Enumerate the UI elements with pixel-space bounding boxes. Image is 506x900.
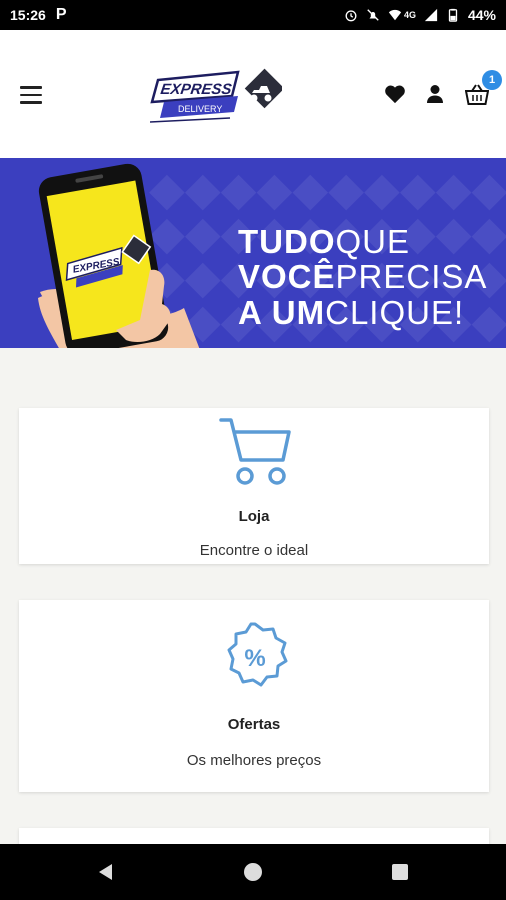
account-user-icon[interactable]: [426, 84, 444, 104]
card-subtitle: Encontre o ideal: [199, 542, 309, 559]
mute-icon: [367, 9, 379, 21]
system-nav-bar: [0, 844, 506, 900]
card-title: Ofertas: [227, 716, 281, 733]
cart-icon: [219, 418, 291, 485]
logo-text-top: EXPRESS: [160, 81, 233, 98]
banner-line-3: A UMCLIQUE!: [238, 294, 465, 331]
network-type: 4G: [403, 10, 416, 20]
card-subtitle: Os melhores preços: [186, 752, 322, 769]
banner-line-1: TUDOQUE: [238, 223, 411, 260]
recent-apps-icon[interactable]: [390, 862, 410, 882]
favorites-heart-icon[interactable]: [384, 84, 406, 104]
home-icon[interactable]: [243, 862, 263, 882]
battery-icon: [448, 8, 458, 22]
signal-icon: [424, 8, 438, 22]
cart-count-badge: 1: [482, 70, 502, 90]
offers-card[interactable]: % Ofertas Os melhores preços: [19, 600, 489, 792]
status-bar: 15:26 P 4G 44%: [0, 0, 506, 30]
discount-icon: %: [227, 622, 288, 687]
wifi-icon: [388, 9, 402, 21]
promo-banner[interactable]: ◆◆◆◆◆◆◆◆◆◆ ◆◆◆◆◆◆◆◆◆◆ ◆◆◆◆◆◆◆◆◆◆ ◆◆◆◆◆◆◆◆◆◆…: [0, 158, 506, 348]
app-header: EXPRESS DELIVERY 1: [0, 30, 506, 158]
back-icon[interactable]: [96, 862, 116, 882]
card-title: Loja: [238, 508, 270, 525]
menu-icon[interactable]: [20, 86, 42, 104]
store-card[interactable]: Loja Encontre o ideal: [19, 408, 489, 564]
alarm-icon: [345, 10, 357, 22]
status-time: 15:26: [10, 7, 46, 23]
battery-percent: 44%: [467, 7, 496, 23]
logo-text-bottom: DELIVERY: [178, 104, 222, 114]
banner-line-2: VOCÊPRECISA: [238, 258, 488, 295]
app-notification-icon: P: [55, 6, 67, 23]
svg-text:%: %: [244, 645, 265, 672]
hand-phone-illustration: EXPRESS: [38, 163, 200, 348]
express-delivery-logo[interactable]: EXPRESS DELIVERY: [150, 66, 282, 128]
